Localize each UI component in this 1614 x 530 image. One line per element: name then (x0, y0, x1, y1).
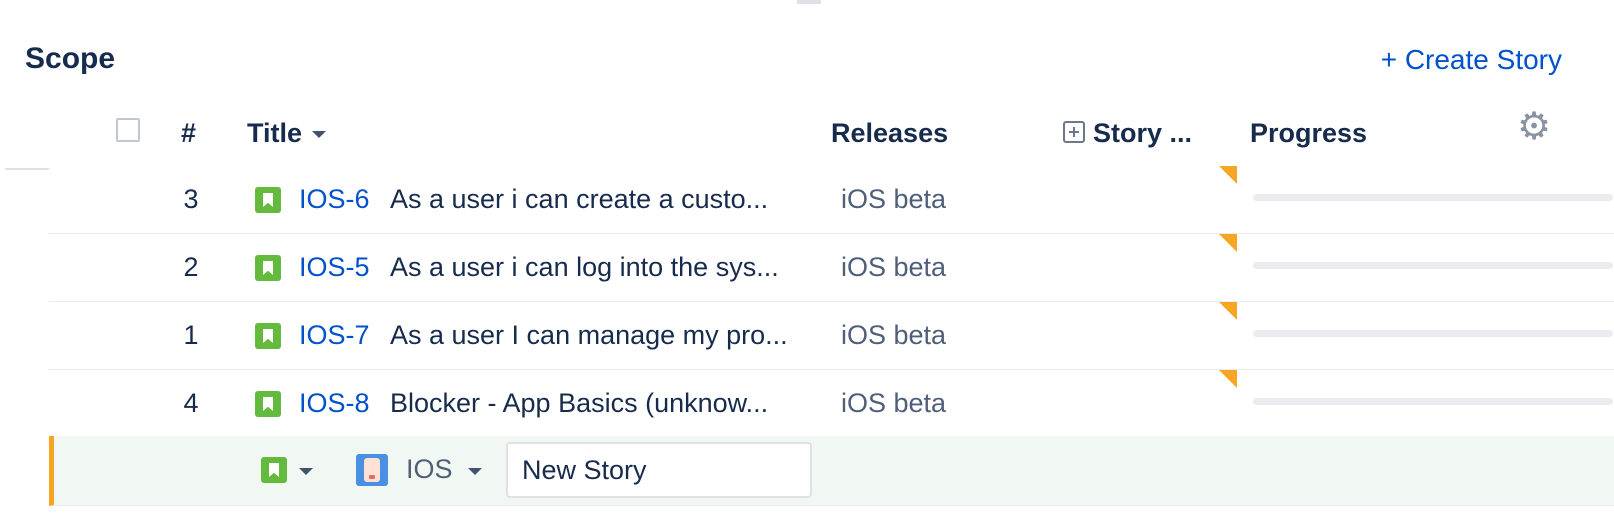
issue-key-link[interactable]: IOS-6 (299, 184, 370, 215)
estimate-flag-icon (1219, 370, 1237, 388)
issue-release[interactable]: iOS beta (841, 320, 946, 351)
issue-summary[interactable]: As a user i can create a custo... (390, 184, 800, 215)
new-story-input[interactable] (506, 442, 812, 498)
column-title[interactable]: Title (247, 118, 327, 149)
issue-list: 3 IOS-6 As a user i can create a custo..… (49, 166, 1614, 438)
column-rank[interactable]: # (181, 118, 196, 149)
issue-key-link[interactable]: IOS-7 (299, 320, 370, 351)
table-row[interactable]: 1 IOS-7 As a user I can manage my pro...… (49, 302, 1614, 370)
table-header: # Title Releases Story ... Progress ⚙ (5, 100, 1614, 170)
row-rank: 3 (183, 184, 199, 214)
story-icon (255, 255, 281, 281)
progress-bar (1253, 262, 1613, 269)
phone-dot (369, 475, 375, 479)
project-picker[interactable]: IOS (356, 454, 496, 488)
column-releases[interactable]: Releases (831, 118, 948, 149)
sort-chevron-down-icon[interactable] (312, 131, 327, 139)
issue-key-link[interactable]: IOS-8 (299, 388, 370, 419)
issue-summary[interactable]: As a user I can manage my pro... (390, 320, 800, 351)
chevron-down-icon[interactable] (468, 468, 482, 475)
issue-summary[interactable]: As a user i can log into the sys... (390, 252, 800, 283)
inline-create-row: IOS (49, 436, 1614, 506)
issue-release[interactable]: iOS beta (841, 252, 946, 283)
story-icon (255, 391, 281, 417)
story-icon (261, 457, 287, 483)
issue-type-picker[interactable] (261, 457, 321, 485)
chevron-down-icon[interactable] (299, 468, 313, 475)
create-story-link[interactable]: + Create Story (1381, 44, 1562, 76)
issue-release[interactable]: iOS beta (841, 184, 946, 215)
issue-key-link[interactable]: IOS-5 (299, 252, 370, 283)
column-title-label: Title (247, 118, 303, 148)
drag-handle[interactable] (797, 0, 821, 4)
estimate-flag-icon (1219, 302, 1237, 320)
row-rank: 2 (183, 252, 199, 282)
select-all-checkbox[interactable] (116, 118, 140, 142)
column-story-points[interactable]: Story ... (1093, 118, 1192, 149)
progress-bar (1253, 398, 1613, 405)
project-name: IOS (406, 454, 453, 484)
row-rank: 1 (183, 320, 199, 350)
ios-project-avatar-icon (356, 454, 388, 486)
table-row[interactable]: 4 IOS-8 Blocker - App Basics (unknow... … (49, 370, 1614, 438)
progress-bar (1253, 330, 1613, 337)
estimate-flag-icon (1219, 166, 1237, 184)
scope-title: Scope (25, 42, 116, 75)
issue-summary[interactable]: Blocker - App Basics (unknow... (390, 388, 800, 419)
gear-icon[interactable]: ⚙ (1517, 108, 1551, 146)
progress-bar (1253, 194, 1613, 201)
issue-release[interactable]: iOS beta (841, 388, 946, 419)
estimate-flag-icon (1219, 234, 1237, 252)
plus-square-icon[interactable] (1063, 121, 1085, 143)
table-row[interactable]: 3 IOS-6 As a user i can create a custo..… (49, 166, 1614, 234)
story-icon (255, 323, 281, 349)
table-row[interactable]: 2 IOS-5 As a user i can log into the sys… (49, 234, 1614, 302)
column-progress[interactable]: Progress (1250, 118, 1367, 149)
row-rank: 4 (183, 388, 199, 418)
story-icon (255, 187, 281, 213)
